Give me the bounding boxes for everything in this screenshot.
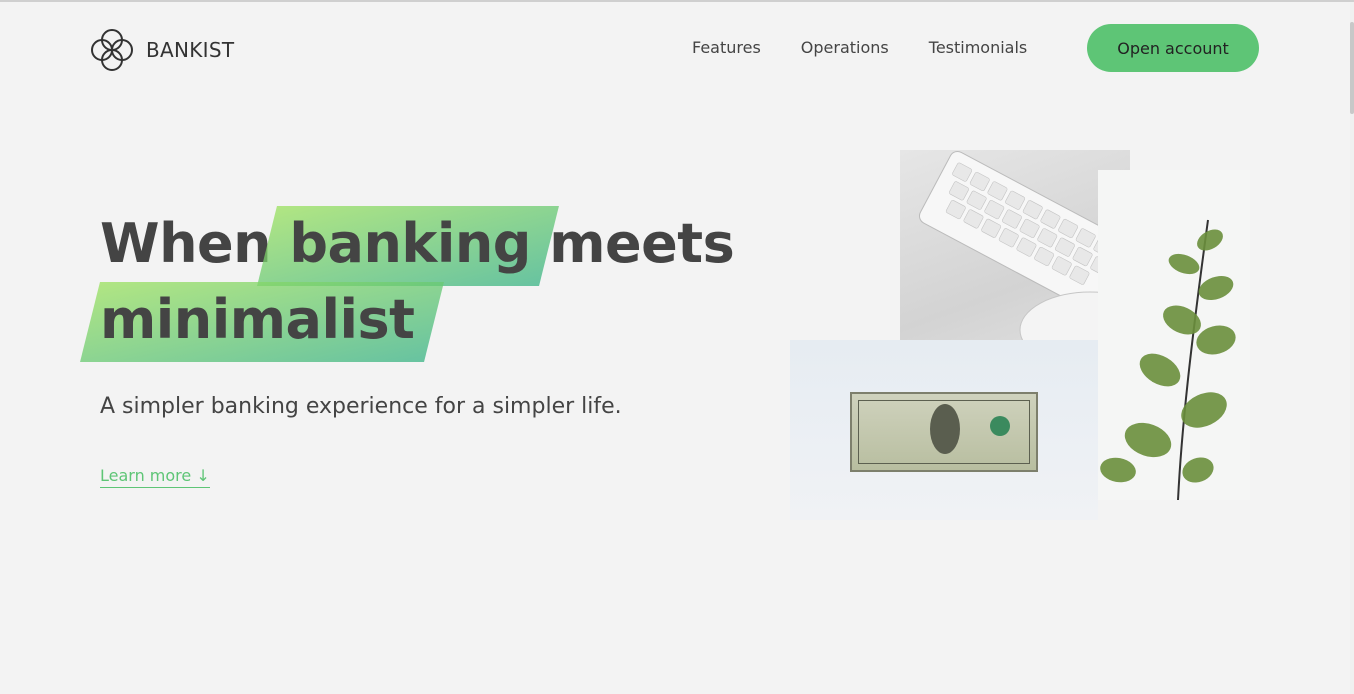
- hero-title-word: When: [100, 212, 272, 275]
- hero-subtitle: A simpler banking experience for a simpl…: [100, 394, 622, 419]
- hero-title-highlight: banking: [289, 206, 531, 282]
- learn-more-link[interactable]: Learn more ↓: [100, 466, 210, 488]
- brand-logo[interactable]: BANKIST: [88, 26, 234, 74]
- scrollbar-track[interactable]: [1350, 2, 1354, 694]
- bankist-logo-icon: [91, 29, 133, 71]
- hero-image-collage: [790, 150, 1250, 522]
- dollar-bill-photo: [790, 340, 1098, 520]
- nav-link-testimonials[interactable]: Testimonials: [929, 24, 1028, 72]
- nav-link-operations[interactable]: Operations: [801, 24, 889, 72]
- open-account-button[interactable]: Open account: [1087, 24, 1259, 72]
- nav-links: Features Operations Testimonials Open ac…: [692, 24, 1259, 72]
- nav-link-features[interactable]: Features: [692, 24, 761, 72]
- keyboard-mouse-photo: [900, 150, 1130, 366]
- hero-title-word: meets: [549, 212, 735, 275]
- dollar-bill: [850, 392, 1038, 472]
- navigation-bar: BANKIST Features Operations Testimonials…: [0, 2, 1354, 92]
- hero-title-highlight: minimalist: [100, 282, 415, 358]
- eucalyptus-plant-photo: [1098, 170, 1250, 500]
- hero-title: When banking meets minimalist: [100, 206, 760, 358]
- brand-name: BANKIST: [146, 38, 235, 62]
